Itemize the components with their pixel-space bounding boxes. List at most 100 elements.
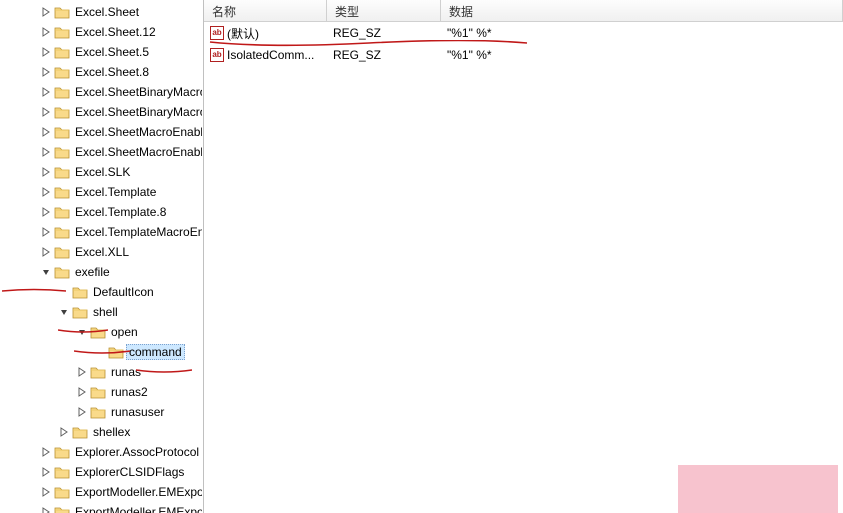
chevron-right-icon[interactable]: [58, 426, 70, 438]
folder-icon: [54, 485, 70, 499]
folder-icon: [54, 105, 70, 119]
chevron-right-icon[interactable]: [40, 186, 52, 198]
tree-node[interactable]: shell: [0, 302, 203, 322]
tree-node-label: Excel.Sheet.12: [72, 24, 159, 40]
tree-node[interactable]: ExportModeller.EMExport: [0, 482, 203, 502]
tree-pane[interactable]: Excel.Sheet Excel.Sheet.12 Excel.Sheet.5 Ex…: [0, 0, 203, 513]
tree-node[interactable]: Excel.Sheet.5: [0, 42, 203, 62]
chevron-right-icon[interactable]: [40, 226, 52, 238]
chevron-right-icon[interactable]: [40, 6, 52, 18]
string-value-icon: ab: [210, 48, 224, 62]
tree-node[interactable]: ExportModeller.EMExport: [0, 502, 203, 513]
chevron-right-icon[interactable]: [40, 46, 52, 58]
chevron-right-icon[interactable]: [40, 86, 52, 98]
chevron-right-icon[interactable]: [40, 486, 52, 498]
tree-node-label: Excel.XLL: [72, 244, 132, 260]
value-row[interactable]: ab(默认)REG_SZ"%1" %*: [204, 22, 843, 44]
col-header-type[interactable]: 类型: [327, 0, 441, 21]
tree-node-label: shellex: [90, 424, 133, 440]
tree-node[interactable]: Excel.SheetBinaryMacroEnabled: [0, 82, 203, 102]
folder-icon: [54, 85, 70, 99]
folder-icon: [54, 65, 70, 79]
chevron-right-icon[interactable]: [40, 106, 52, 118]
chevron-right-icon[interactable]: [40, 146, 52, 158]
chevron-right-icon[interactable]: [40, 466, 52, 478]
tree-node-label: DefaultIcon: [90, 284, 157, 300]
list-header: 名称 类型 数据: [204, 0, 843, 22]
folder-icon: [54, 225, 70, 239]
folder-icon: [54, 25, 70, 39]
tree-node[interactable]: ExplorerCLSIDFlags: [0, 462, 203, 482]
tree-node-label: Excel.SheetBinaryMacroEnabled.12: [72, 104, 202, 120]
tree-node-label: runas2: [108, 384, 151, 400]
tree-node-label: open: [108, 324, 141, 340]
tree-node-label: Excel.Template.8: [72, 204, 169, 220]
folder-icon: [54, 465, 70, 479]
tree-node[interactable]: Excel.Template.8: [0, 202, 203, 222]
tree-node[interactable]: command: [0, 342, 203, 362]
tree-node-label: Explorer.AssocProtocol: [72, 444, 202, 460]
chevron-down-icon[interactable]: [40, 266, 52, 278]
col-header-data[interactable]: 数据: [441, 0, 843, 21]
folder-icon: [54, 125, 70, 139]
chevron-right-icon[interactable]: [40, 126, 52, 138]
tree-node[interactable]: Excel.Template: [0, 182, 203, 202]
tree-node-label: runasuser: [108, 404, 167, 420]
tree-node[interactable]: Explorer.AssocProtocol: [0, 442, 203, 462]
value-data: "%1" %*: [441, 46, 843, 64]
tree-node-label: ExportModeller.EMExport: [72, 504, 202, 513]
chevron-right-icon[interactable]: [40, 166, 52, 178]
expander-placeholder: [94, 346, 106, 358]
tree-node[interactable]: runas: [0, 362, 203, 382]
chevron-down-icon[interactable]: [58, 306, 70, 318]
value-type: REG_SZ: [327, 24, 441, 42]
tree-node[interactable]: Excel.SheetBinaryMacroEnabled.12: [0, 102, 203, 122]
folder-icon: [54, 5, 70, 19]
tree-node-label: Excel.Sheet.8: [72, 64, 152, 80]
list-body[interactable]: ab(默认)REG_SZ"%1" %*abIsolatedComm...REG_…: [204, 22, 843, 513]
chevron-right-icon[interactable]: [40, 506, 52, 513]
value-row[interactable]: abIsolatedComm...REG_SZ"%1" %*: [204, 44, 843, 66]
folder-icon: [54, 145, 70, 159]
tree-node-label: command: [126, 344, 185, 360]
tree-node[interactable]: open: [0, 322, 203, 342]
tree-node-label: Excel.SheetMacroEnabled.12: [72, 144, 202, 160]
tree-node[interactable]: Excel.SheetMacroEnabled: [0, 122, 203, 142]
tree-node[interactable]: exefile: [0, 262, 203, 282]
tree-node-label: runas: [108, 364, 144, 380]
tree-node[interactable]: Excel.SheetMacroEnabled.12: [0, 142, 203, 162]
chevron-right-icon[interactable]: [40, 446, 52, 458]
chevron-right-icon[interactable]: [76, 366, 88, 378]
tree-node[interactable]: Excel.Sheet: [0, 2, 203, 22]
folder-icon: [54, 185, 70, 199]
folder-icon: [54, 245, 70, 259]
folder-icon: [90, 385, 106, 399]
tree-node-label: Excel.SLK: [72, 164, 133, 180]
chevron-right-icon[interactable]: [40, 246, 52, 258]
tree-node[interactable]: runas2: [0, 382, 203, 402]
tree-node[interactable]: DefaultIcon: [0, 282, 203, 302]
folder-icon: [72, 285, 88, 299]
tree-node-label: ExportModeller.EMExport: [72, 484, 202, 500]
tree-node[interactable]: Excel.XLL: [0, 242, 203, 262]
tree-node[interactable]: shellex: [0, 422, 203, 442]
tree-node-label: shell: [90, 304, 121, 320]
tree-node-label: Excel.SheetMacroEnabled: [72, 124, 202, 140]
folder-icon: [54, 265, 70, 279]
tree-node[interactable]: Excel.Sheet.12: [0, 22, 203, 42]
chevron-right-icon[interactable]: [40, 66, 52, 78]
tree-node-label: Excel.Sheet: [72, 4, 142, 20]
chevron-down-icon[interactable]: [76, 326, 88, 338]
folder-icon: [54, 45, 70, 59]
value-type: REG_SZ: [327, 46, 441, 64]
tree-node[interactable]: Excel.TemplateMacroEnabled: [0, 222, 203, 242]
tree-node-label: Excel.Template: [72, 184, 159, 200]
col-header-name[interactable]: 名称: [204, 0, 327, 21]
chevron-right-icon[interactable]: [40, 26, 52, 38]
tree-node[interactable]: runasuser: [0, 402, 203, 422]
tree-node[interactable]: Excel.SLK: [0, 162, 203, 182]
chevron-right-icon[interactable]: [76, 406, 88, 418]
tree-node[interactable]: Excel.Sheet.8: [0, 62, 203, 82]
chevron-right-icon[interactable]: [40, 206, 52, 218]
chevron-right-icon[interactable]: [76, 386, 88, 398]
